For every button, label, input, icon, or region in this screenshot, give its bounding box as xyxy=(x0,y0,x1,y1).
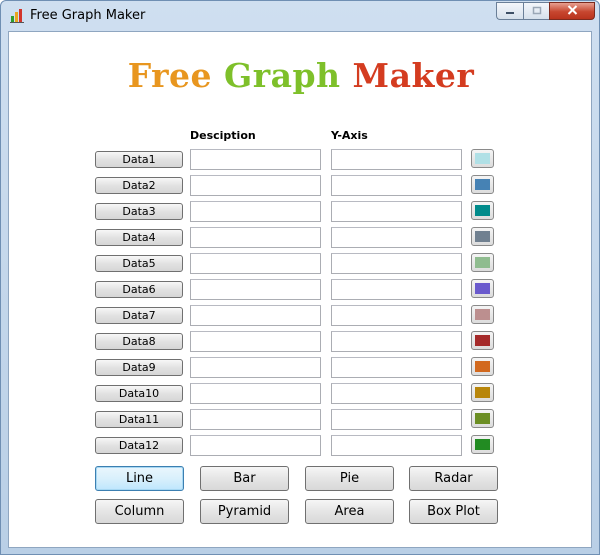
data-button[interactable]: Data10 xyxy=(95,385,183,402)
line-chart-button[interactable]: Line xyxy=(95,466,184,491)
color-swatch xyxy=(475,205,490,216)
data-button[interactable]: Data8 xyxy=(95,333,183,350)
color-picker-button[interactable] xyxy=(471,383,494,402)
maximize-icon xyxy=(532,4,542,18)
data-button[interactable]: Data2 xyxy=(95,177,183,194)
yaxis-input[interactable] xyxy=(331,149,462,170)
color-picker-button[interactable] xyxy=(471,201,494,220)
color-swatch xyxy=(475,309,490,320)
pie-chart-button[interactable]: Pie xyxy=(305,466,394,491)
color-swatch xyxy=(475,179,490,190)
yaxis-input[interactable] xyxy=(331,383,462,404)
description-input[interactable] xyxy=(190,435,321,456)
client-area: Free Graph Maker Desciption Y-Axis Data1… xyxy=(8,31,592,548)
color-picker-button[interactable] xyxy=(471,409,494,428)
data-button[interactable]: Data6 xyxy=(95,281,183,298)
caption-buttons xyxy=(496,2,595,21)
color-picker-button[interactable] xyxy=(471,253,494,272)
data-row: Data4 xyxy=(9,227,593,249)
description-input[interactable] xyxy=(190,175,321,196)
data-row: Data2 xyxy=(9,175,593,197)
color-picker-button[interactable] xyxy=(471,279,494,298)
color-picker-button[interactable] xyxy=(471,331,494,350)
data-row: Data3 xyxy=(9,201,593,223)
color-swatch xyxy=(475,361,490,372)
title-bar[interactable]: Free Graph Maker xyxy=(1,1,599,31)
description-input[interactable] xyxy=(190,279,321,300)
data-row: Data7 xyxy=(9,305,593,327)
data-row: Data12 xyxy=(9,435,593,457)
minimize-button[interactable] xyxy=(496,2,523,20)
heading-word-free: Free xyxy=(127,56,213,95)
color-picker-button[interactable] xyxy=(471,305,494,324)
data-row: Data8 xyxy=(9,331,593,353)
bar-chart-icon xyxy=(10,8,24,23)
color-swatch xyxy=(475,335,490,346)
color-picker-button[interactable] xyxy=(471,357,494,376)
yaxis-input[interactable] xyxy=(331,357,462,378)
window-title: Free Graph Maker xyxy=(30,8,146,23)
data-row: Data9 xyxy=(9,357,593,379)
yaxis-input[interactable] xyxy=(331,331,462,352)
radar-chart-button[interactable]: Radar xyxy=(409,466,498,491)
color-picker-button[interactable] xyxy=(471,149,494,168)
color-picker-button[interactable] xyxy=(471,435,494,454)
color-swatch xyxy=(475,283,490,294)
description-column-header: Desciption xyxy=(190,129,256,142)
yaxis-input[interactable] xyxy=(331,435,462,456)
yaxis-input[interactable] xyxy=(331,175,462,196)
description-input[interactable] xyxy=(190,253,321,274)
data-button[interactable]: Data12 xyxy=(95,437,183,454)
description-input[interactable] xyxy=(190,331,321,352)
description-input[interactable] xyxy=(190,409,321,430)
description-input[interactable] xyxy=(190,227,321,248)
close-icon xyxy=(567,4,578,18)
yaxis-column-header: Y-Axis xyxy=(331,129,368,142)
yaxis-input[interactable] xyxy=(331,279,462,300)
column-chart-button[interactable]: Column xyxy=(95,499,184,524)
description-input[interactable] xyxy=(190,201,321,222)
color-picker-button[interactable] xyxy=(471,175,494,194)
color-swatch xyxy=(475,387,490,398)
yaxis-input[interactable] xyxy=(331,409,462,430)
data-button[interactable]: Data9 xyxy=(95,359,183,376)
data-button[interactable]: Data3 xyxy=(95,203,183,220)
minimize-icon xyxy=(505,4,515,18)
heading-word-maker: Maker xyxy=(352,56,475,95)
data-row: Data5 xyxy=(9,253,593,275)
data-button[interactable]: Data4 xyxy=(95,229,183,246)
data-row: Data10 xyxy=(9,383,593,405)
color-picker-button[interactable] xyxy=(471,227,494,246)
area-chart-button[interactable]: Area xyxy=(305,499,394,524)
color-swatch xyxy=(475,413,490,424)
color-swatch xyxy=(475,231,490,242)
data-button[interactable]: Data11 xyxy=(95,411,183,428)
data-button[interactable]: Data1 xyxy=(95,151,183,168)
close-button[interactable] xyxy=(549,2,595,20)
description-input[interactable] xyxy=(190,305,321,326)
description-input[interactable] xyxy=(190,149,321,170)
pyramid-chart-button[interactable]: Pyramid xyxy=(200,499,289,524)
maximize-button[interactable] xyxy=(523,2,549,20)
app-heading: Free Graph Maker xyxy=(9,56,593,95)
description-input[interactable] xyxy=(190,357,321,378)
data-button[interactable]: Data7 xyxy=(95,307,183,324)
color-swatch xyxy=(475,439,490,450)
data-button[interactable]: Data5 xyxy=(95,255,183,272)
yaxis-input[interactable] xyxy=(331,201,462,222)
boxplot-chart-button[interactable]: Box Plot xyxy=(409,499,498,524)
bar-chart-button[interactable]: Bar xyxy=(200,466,289,491)
yaxis-input[interactable] xyxy=(331,305,462,326)
yaxis-input[interactable] xyxy=(331,253,462,274)
data-row: Data11 xyxy=(9,409,593,431)
heading-word-graph: Graph xyxy=(224,56,341,95)
yaxis-input[interactable] xyxy=(331,227,462,248)
description-input[interactable] xyxy=(190,383,321,404)
app-window: Free Graph Maker Free Graph Maker Descip… xyxy=(0,0,600,555)
data-row: Data6 xyxy=(9,279,593,301)
data-row: Data1 xyxy=(9,149,593,171)
color-swatch xyxy=(475,153,490,164)
color-swatch xyxy=(475,257,490,268)
